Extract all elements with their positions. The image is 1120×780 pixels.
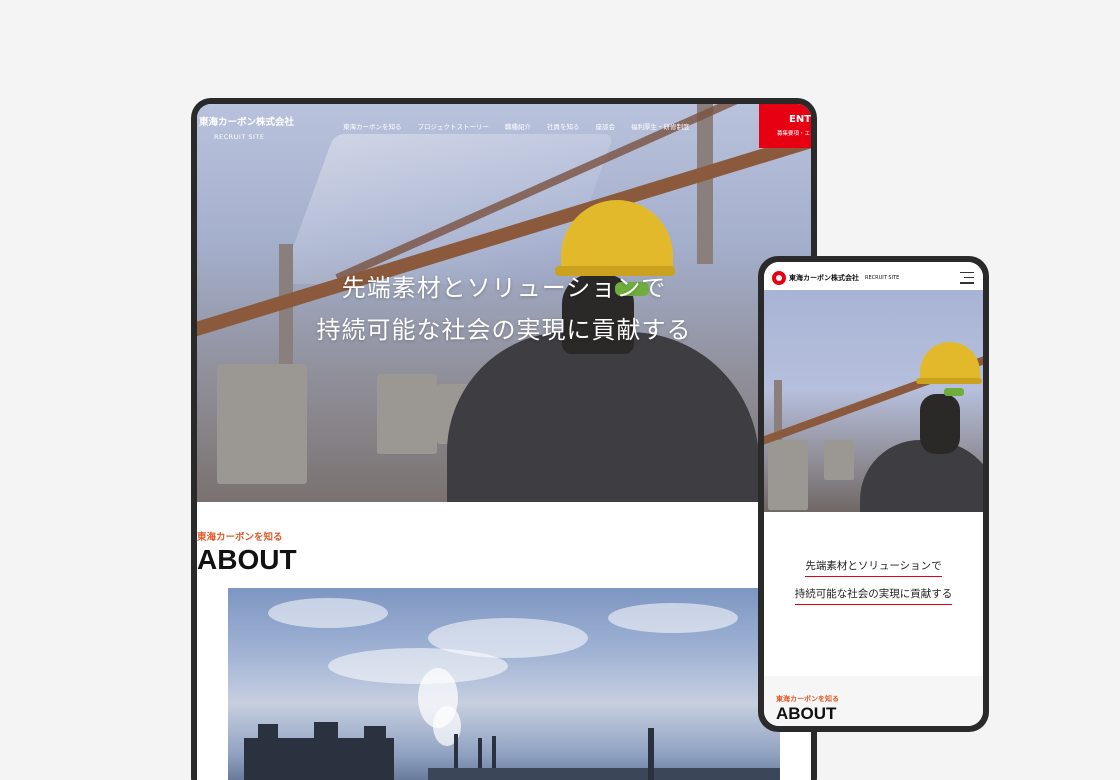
nav-item-talk[interactable]: 座談会 bbox=[596, 121, 616, 131]
worker-figure bbox=[447, 332, 759, 502]
factory-photo bbox=[228, 588, 780, 780]
hero-headline-line2: 持続可能な社会の実現に貢献する bbox=[316, 316, 692, 344]
nav-item-about[interactable]: 東海カーボンを知る bbox=[343, 121, 402, 131]
phone-helmet bbox=[920, 342, 980, 382]
entry-button[interactable]: ENTRY 募集要項・エントリー bbox=[759, 104, 811, 148]
phone-worker-figure bbox=[860, 440, 983, 512]
phone-header: 東海カーボン株式会社 RECRUIT SITE bbox=[764, 262, 983, 290]
phone-site-logo[interactable]: 東海カーボン株式会社 bbox=[789, 273, 859, 283]
phone-mockup: 東海カーボン株式会社 RECRUIT SITE 先端素材とソリューションで 持続… bbox=[758, 256, 989, 732]
entry-sublabel: 募集要項・エントリー bbox=[777, 131, 811, 137]
tablet-mockup: 東海カーボン株式会社 RECRUIT SITE 東海カーボンを知る プロジェクト… bbox=[191, 98, 817, 780]
global-nav: 東海カーボン株式会社 RECRUIT SITE 東海カーボンを知る プロジェクト… bbox=[197, 104, 811, 150]
entry-label: ENTRY bbox=[789, 114, 811, 125]
logo-subtitle: RECRUIT SITE bbox=[214, 133, 265, 141]
hamburger-menu-icon[interactable] bbox=[960, 272, 974, 284]
nav-item-people[interactable]: 社員を知る bbox=[547, 121, 580, 131]
hero-image bbox=[197, 104, 811, 502]
phone-screen: 東海カーボン株式会社 RECRUIT SITE 先端素材とソリューションで 持続… bbox=[764, 262, 983, 726]
nav-links: 東海カーボンを知る プロジェクトストーリー 職種紹介 社員を知る 座談会 福利厚… bbox=[343, 121, 690, 131]
about-eyebrow: 東海カーボンを知る bbox=[197, 532, 283, 543]
nav-item-welfare[interactable]: 福利厚生・研修制度 bbox=[631, 121, 690, 131]
site-logo[interactable]: 東海カーボン株式会社 bbox=[199, 114, 294, 128]
company-logo-icon[interactable] bbox=[772, 271, 786, 285]
about-title: ABOUT bbox=[197, 544, 297, 575]
phone-recruit-label: RECRUIT SITE bbox=[865, 275, 900, 281]
phone-headline-line2: 持続可能な社会の実現に貢献する bbox=[764, 586, 983, 605]
phone-headline-line1: 先端素材とソリューションで bbox=[764, 558, 983, 577]
phone-about-title: ABOUT bbox=[776, 704, 837, 723]
tablet-screen: 東海カーボン株式会社 RECRUIT SITE 東海カーボンを知る プロジェクト… bbox=[197, 104, 811, 780]
hero-headline-line1: 先端素材とソリューションで bbox=[341, 274, 667, 302]
phone-hero-image bbox=[764, 290, 983, 512]
nav-item-jobs[interactable]: 職種紹介 bbox=[505, 121, 531, 131]
phone-about-eyebrow: 東海カーボンを知る bbox=[776, 695, 839, 703]
nav-item-project-story[interactable]: プロジェクトストーリー bbox=[418, 121, 490, 131]
